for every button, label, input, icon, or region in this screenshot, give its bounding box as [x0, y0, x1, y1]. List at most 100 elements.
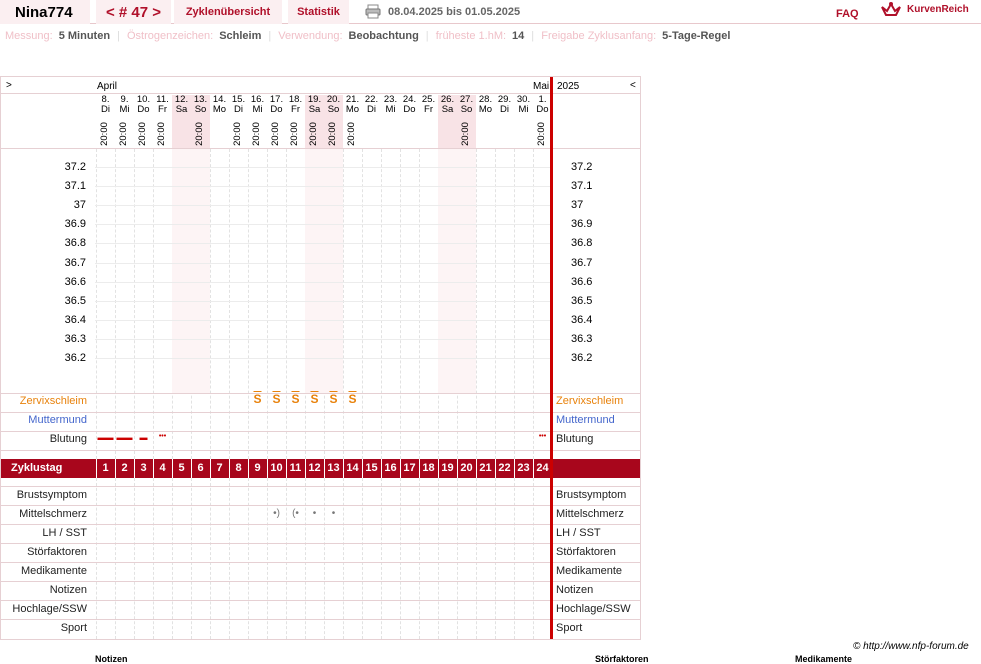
zervix-symbol: S — [329, 392, 338, 406]
date-column[interactable]: 22. Di — [362, 95, 381, 148]
copyright-link[interactable]: © http://www.nfp-forum.de — [853, 641, 969, 652]
row-label-blutung-right: Blutung — [556, 433, 594, 445]
date-weekday: Di — [101, 104, 110, 115]
cycle-day-number: 19 — [441, 462, 454, 474]
temp-axis-label: 36.2 — [64, 352, 86, 364]
cycle-day-number: 8 — [235, 462, 242, 474]
date-time: 20:00 — [536, 122, 547, 146]
row-label: Mittelschmerz — [19, 508, 87, 520]
date-column[interactable]: 20. So 20:00 — [324, 95, 343, 148]
temp-axis-label-right: 36.7 — [571, 256, 593, 269]
date-column[interactable]: 14. Mo — [210, 95, 229, 148]
date-column[interactable]: 18. Fr 20:00 — [286, 95, 305, 148]
date-time: 20:00 — [251, 122, 262, 146]
cycle-day-number: 7 — [216, 462, 223, 474]
crown-logo-icon — [881, 1, 901, 16]
date-weekday: Mi — [119, 104, 130, 115]
date-column[interactable]: 10. Do 20:00 — [134, 95, 153, 148]
date-column[interactable]: 16. Mi 20:00 — [248, 95, 267, 148]
row-label-zervixschleim-right: Zervixschleim — [556, 395, 624, 407]
date-column[interactable]: 25. Fr — [419, 95, 438, 148]
date-column[interactable]: 28. Mo — [476, 95, 495, 148]
date-column[interactable]: 17. Do 20:00 — [267, 95, 286, 148]
faq-link[interactable]: FAQ — [836, 8, 859, 20]
row-label-zervixschleim: Zervixschleim — [19, 395, 87, 407]
date-column[interactable]: 29. Di — [495, 95, 514, 148]
setting-value-freigabe: 5-Tage-Regel — [662, 30, 731, 42]
cycle-day-number: 21 — [479, 462, 492, 474]
row-label: Brustsymptom — [16, 489, 87, 501]
date-weekday: Mo — [212, 104, 227, 115]
temp-axis-label-right: 36.5 — [571, 294, 593, 307]
date-time: 20:00 — [270, 122, 281, 146]
temp-axis-label-right: 36.4 — [571, 313, 593, 326]
temp-axis-label: 36.8 — [64, 237, 86, 250]
row-label: LH / SST — [42, 527, 87, 539]
date-time: 20:00 — [327, 122, 338, 146]
setting-value-messung: 5 Minuten — [58, 30, 111, 42]
row-label-muttermund: Muttermund — [28, 414, 87, 426]
date-column[interactable]: 11. Fr 20:00 — [153, 95, 172, 148]
setting-key-verwendung: Verwendung: — [278, 30, 343, 42]
cycle-navigator[interactable]: < # 47 > — [96, 0, 171, 24]
row-label: Medikamente — [20, 565, 87, 577]
zyklustag-bar: Zyklustag 1 2 3 4 5 6 7 8 9 10 11 12 13 14 15 16 17 18 19 2… — [1, 459, 640, 478]
date-column[interactable]: 13. So 20:00 — [191, 95, 210, 148]
cycle-day-number: 18 — [422, 462, 435, 474]
date-column[interactable]: 12. Sa — [172, 95, 191, 148]
date-column[interactable]: 26. Sa — [438, 95, 457, 148]
date-column[interactable]: 15. Di 20:00 — [229, 95, 248, 148]
temp-axis-label: 36.5 — [64, 294, 86, 307]
date-column[interactable]: 21. Mo 20:00 — [343, 95, 362, 148]
date-time: 20:00 — [156, 122, 167, 146]
date-column[interactable]: 30. Mi — [514, 95, 533, 148]
cycle-day-number: 16 — [384, 462, 397, 474]
cycle-day-number: 10 — [270, 462, 283, 474]
temp-axis-label: 36.6 — [64, 275, 86, 288]
bottom-heading-stoerfaktoren: Störfaktoren — [595, 654, 649, 664]
cycle-chart: > < April Mai 2025 8. Di 20:00 9. Mi 20:00 10.… — [0, 76, 641, 640]
printer-icon[interactable] — [365, 4, 381, 19]
setting-key-messung: Messung: — [5, 30, 53, 42]
tab-zyklenuebersicht[interactable]: Zyklenübersicht — [174, 0, 282, 24]
blutung-symbol: ▬▬ — [116, 433, 133, 442]
temp-axis-label: 37.2 — [64, 161, 86, 173]
cycle-day-number: 15 — [365, 462, 378, 474]
row-label-right: Störfaktoren — [556, 546, 616, 558]
cycle-day-number: 5 — [178, 462, 185, 474]
date-time: 20:00 — [118, 122, 129, 146]
row-label-muttermund-right: Muttermund — [556, 414, 615, 426]
date-column[interactable]: 23. Mi — [381, 95, 400, 148]
next-cycle-arrow[interactable]: < — [630, 80, 636, 91]
row-label-right: Notizen — [556, 584, 594, 596]
date-time: 20:00 — [308, 122, 319, 146]
date-column[interactable]: 19. Sa 20:00 — [305, 95, 324, 148]
year-label: 2025 — [557, 81, 580, 92]
temp-axis-label: 36.3 — [64, 332, 86, 345]
row-label-blutung: Blutung — [49, 433, 87, 445]
date-column[interactable]: 8. Di 20:00 — [96, 95, 115, 148]
date-weekday: Do — [270, 104, 283, 115]
date-weekday: Fr — [291, 104, 300, 115]
date-column[interactable]: 9. Mi 20:00 — [115, 95, 134, 148]
temp-axis-label-right: 36.6 — [571, 275, 593, 288]
date-weekday: Fr — [424, 104, 433, 115]
cycle-day-number: 23 — [517, 462, 530, 474]
zervix-symbol: S — [253, 392, 262, 406]
zervix-symbol: S — [310, 392, 319, 406]
temp-axis-label: 37.1 — [64, 180, 86, 193]
date-range: 08.04.2025 bis 01.05.2025 — [388, 6, 521, 18]
row-label-right: Mittelschmerz — [556, 508, 624, 520]
month-label-april: April — [97, 81, 118, 92]
tab-statistik[interactable]: Statistik — [288, 0, 349, 24]
cycle-day-number: 20 — [460, 462, 473, 474]
date-column[interactable]: 27. So 20:00 — [457, 95, 476, 148]
kurvenreich-logo[interactable]: KurvenReich — [907, 4, 969, 15]
prev-cycle-arrow[interactable]: > — [6, 80, 12, 91]
cycle-day-number: 1 — [102, 462, 109, 474]
date-column[interactable]: 24. Do — [400, 95, 419, 148]
row-label: Notizen — [49, 584, 87, 596]
date-weekday: Mi — [518, 104, 529, 115]
date-weekday: Mo — [478, 104, 493, 115]
temp-axis-label-right: 36.8 — [571, 237, 593, 250]
